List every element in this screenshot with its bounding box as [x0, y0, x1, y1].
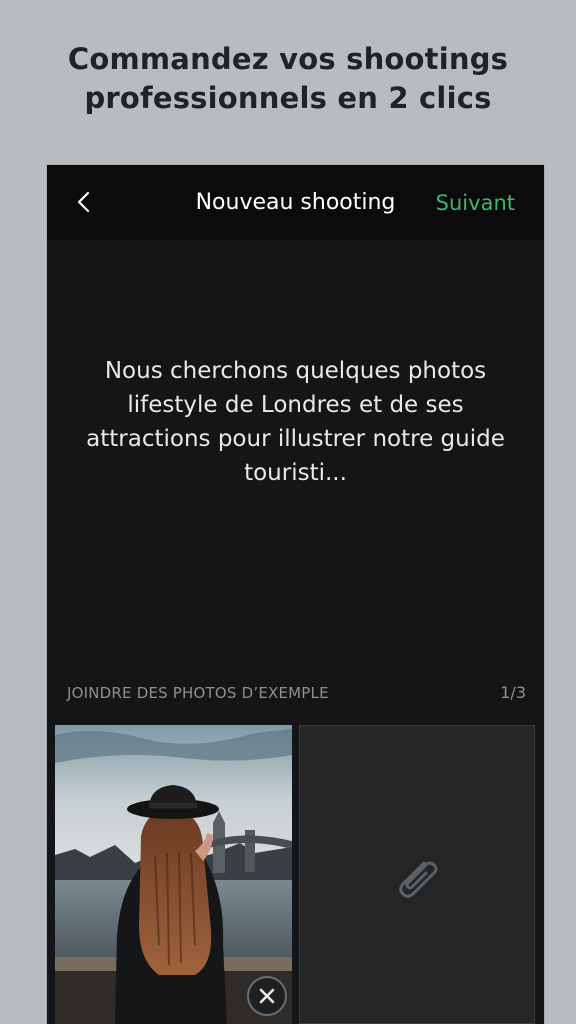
attachments-label: JOINDRE DES PHOTOS D’EXEMPLE	[67, 684, 329, 702]
headline-line-2: professionnels en 2 clics	[84, 81, 492, 115]
attachments-count: 1/3	[500, 683, 526, 702]
navigation-bar: Nouveau shooting Suivant	[47, 165, 544, 240]
close-icon	[259, 988, 275, 1004]
example-photo[interactable]	[55, 725, 292, 1024]
headline: Commandez vos shootings professionnels e…	[0, 40, 576, 118]
headline-line-1: Commandez vos shootings	[67, 42, 509, 76]
remove-photo-button[interactable]	[247, 976, 287, 1016]
paperclip-icon	[399, 861, 438, 898]
phone-screen: Nouveau shooting Suivant Nous cherchons …	[47, 165, 544, 1024]
add-attachment-button[interactable]	[299, 725, 535, 1024]
brief-text[interactable]: Nous cherchons quelques photos lifestyle…	[77, 354, 514, 490]
next-button[interactable]: Suivant	[436, 189, 515, 217]
